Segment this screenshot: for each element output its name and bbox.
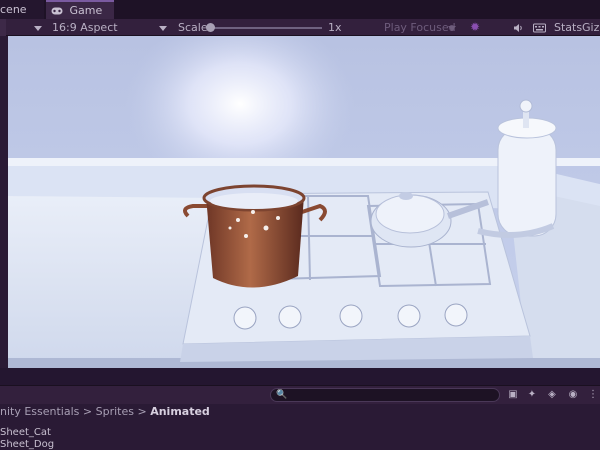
breadcrumb-item[interactable]: nity Essentials (0, 405, 79, 418)
aspect-dropdown-arrow[interactable] (159, 19, 167, 36)
play-focused-label: Play Focused (384, 21, 456, 34)
gizmos-button[interactable]: Giz (582, 19, 599, 36)
speaker-icon[interactable] (513, 19, 524, 36)
scale-slider-track[interactable] (210, 27, 322, 29)
tab-game-label: Game (69, 4, 103, 17)
project-file-list: Sheet_Cat Sheet_Dog (0, 420, 600, 450)
tab-scene-label: cene (0, 3, 27, 16)
tab-scene[interactable]: cene (0, 0, 44, 19)
project-search-input[interactable]: 🔍 (270, 388, 500, 402)
breadcrumb-separator: > (137, 405, 147, 418)
project-toolbar: 🔍 ▣ ✦ ◈ ◉ ⋮ (0, 385, 600, 404)
chevron-down-icon (34, 25, 42, 31)
chevron-down-icon (448, 25, 456, 31)
game-toolbar: 16:9 Aspect Scale 1x Play Focused ✹ Stat… (0, 19, 600, 36)
hidden-packages-icon[interactable]: ◉ (566, 388, 580, 402)
scale-value: 1x (328, 21, 342, 34)
list-item[interactable]: Sheet_Dog (0, 439, 54, 450)
stats-button[interactable]: Stats (554, 19, 582, 36)
game-editor-window: cene Game 16:9 Aspect Scale 1x Play Focu… (0, 0, 600, 450)
play-mode-arrow[interactable] (448, 19, 456, 36)
list-item[interactable]: Sheet_Cat (0, 427, 51, 438)
filter-type-icon[interactable]: ▣ (506, 388, 520, 402)
bug-icon[interactable]: ✹ (470, 19, 480, 36)
scale-label: Scale (178, 21, 208, 34)
viewport-margin (0, 36, 8, 368)
scale-slider-handle[interactable] (206, 23, 215, 32)
aspect-dropdown[interactable]: 16:9 Aspect (52, 19, 118, 36)
display-dropdown-arrow[interactable] (34, 19, 42, 36)
gizmos-label: Giz (582, 21, 600, 34)
stats-label: Stats (554, 21, 583, 34)
search-icon: 🔍 (276, 390, 288, 400)
display-dropdown[interactable] (0, 19, 6, 36)
game-viewport[interactable] (8, 36, 600, 368)
tab-game[interactable]: Game (46, 0, 114, 19)
panel-divider[interactable] (0, 368, 600, 385)
filter-label-icon[interactable]: ✦ (525, 388, 539, 402)
tab-strip: cene Game (0, 0, 600, 19)
play-focused-dropdown[interactable]: Play Focused (384, 19, 456, 36)
keyboard-icon[interactable] (533, 19, 546, 36)
gamepad-icon (51, 3, 63, 20)
breadcrumb-separator: > (82, 405, 93, 418)
tag-icon[interactable]: ◈ (545, 388, 559, 402)
kitchen-scene (8, 36, 600, 368)
breadcrumb: nity Essentials > Sprites > Animated (0, 404, 600, 420)
aspect-label: 16:9 Aspect (52, 21, 118, 34)
more-options-icon[interactable]: ⋮ (586, 388, 600, 402)
breadcrumb-item[interactable]: Sprites (96, 405, 134, 418)
chevron-down-icon (159, 25, 167, 31)
breadcrumb-current[interactable]: Animated (150, 405, 210, 418)
